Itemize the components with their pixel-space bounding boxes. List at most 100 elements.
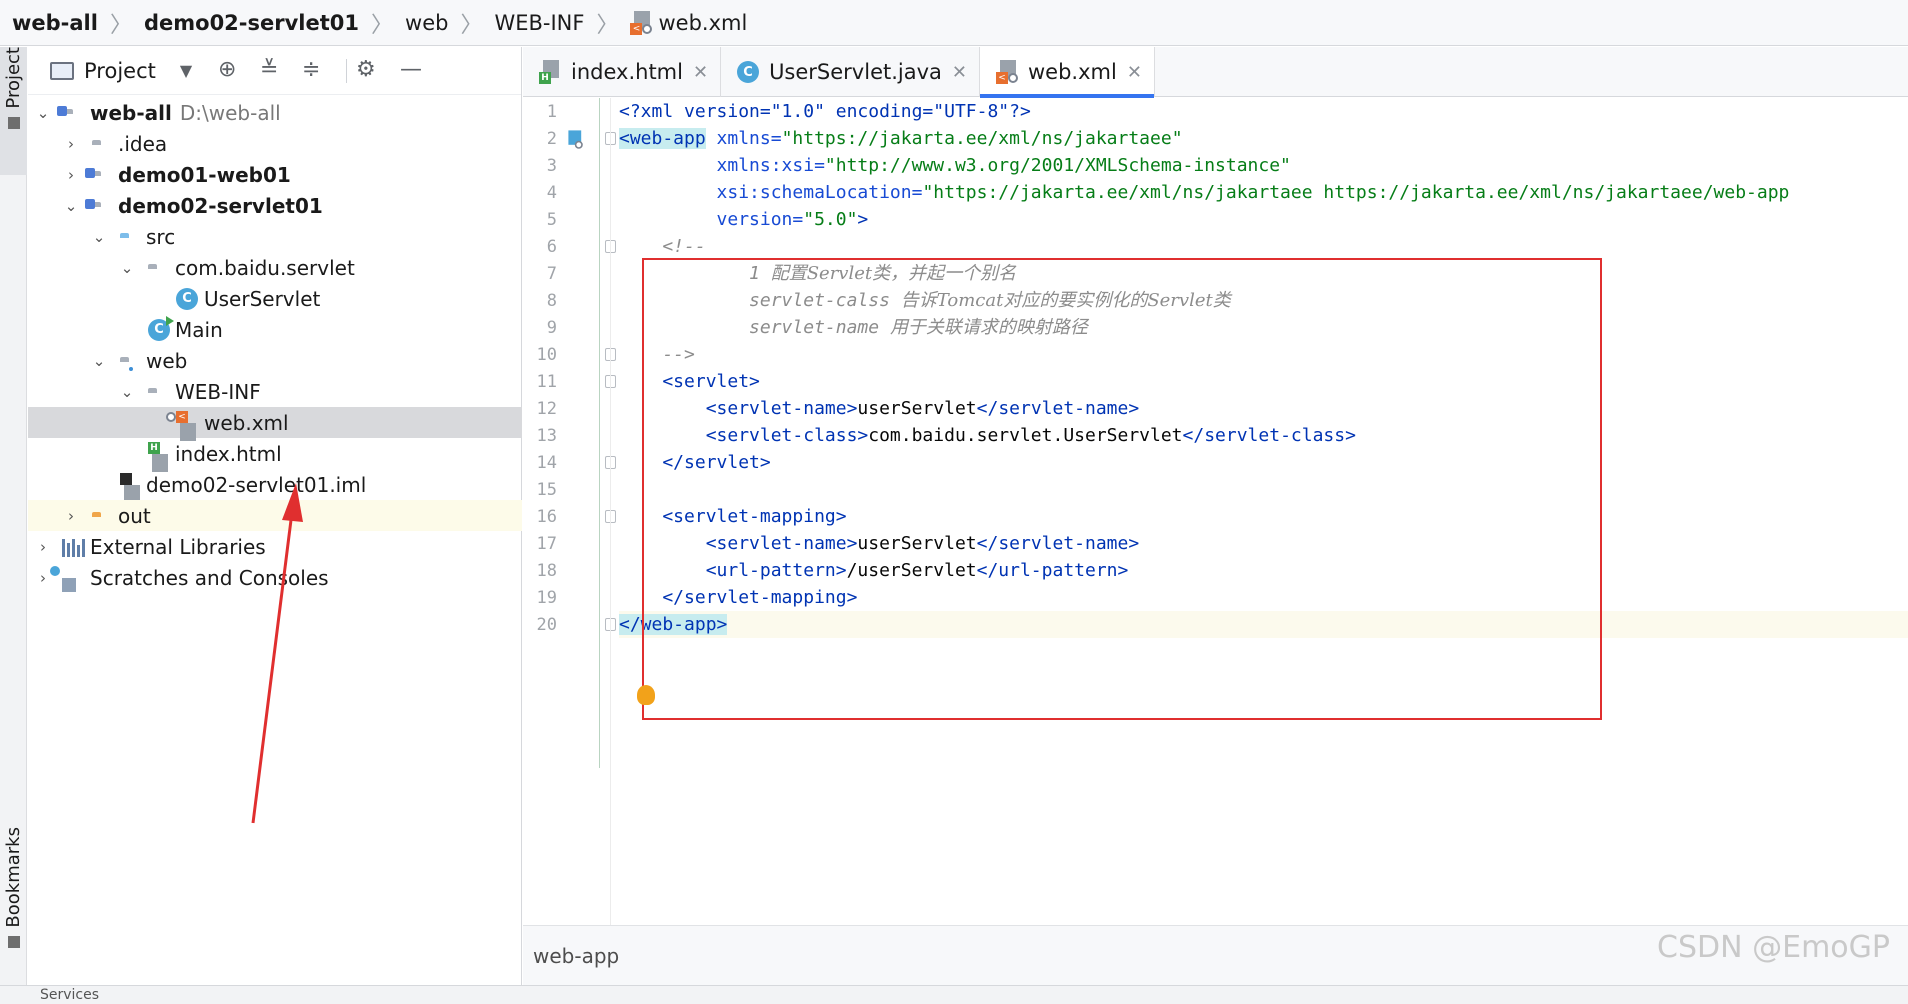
tree-item-web-xml[interactable]: < web.xml: [28, 407, 522, 441]
xml-path-item[interactable]: web-app: [533, 944, 619, 968]
code-line-5: version="5.0">: [619, 209, 869, 230]
line-number: 5: [546, 210, 557, 230]
chevron-right-icon[interactable]: ›: [62, 507, 80, 525]
bookmarks-tool-tab[interactable]: Bookmarks: [0, 827, 27, 977]
editor-tabs: H index.html ✕ C UserServlet.java ✕ < we…: [523, 47, 1908, 98]
line-number: 19: [536, 588, 557, 608]
line-number: 10: [536, 345, 557, 365]
collapse-all-icon[interactable]: ≑: [302, 57, 320, 82]
toolbar-divider: [346, 59, 347, 83]
gutter-divider: [610, 98, 611, 925]
line-number: 9: [546, 318, 557, 338]
chevron-down-icon[interactable]: ⌄: [62, 197, 80, 215]
chevron-right-icon: 〉: [596, 12, 619, 38]
tree-item-external-libraries[interactable]: › External Libraries: [28, 531, 522, 562]
tree-item-package[interactable]: ⌄ com.baidu.servlet: [28, 252, 522, 283]
chevron-down-icon[interactable]: ▼: [180, 61, 192, 80]
tree-item-scratches[interactable]: › Scratches and Consoles: [28, 562, 522, 593]
line-number: 18: [536, 561, 557, 581]
tab-userservlet-java[interactable]: C UserServlet.java ✕: [721, 47, 980, 97]
tab-index-html[interactable]: H index.html ✕: [523, 47, 722, 97]
code-line-3: xmlns:xsi="http://www.w3.org/2001/XMLSch…: [619, 155, 1291, 176]
expand-all-icon[interactable]: ≚: [260, 57, 278, 82]
library-icon: [62, 537, 88, 557]
line-number: 14: [536, 453, 557, 473]
chevron-down-icon[interactable]: ⌄: [118, 383, 136, 401]
breadcrumb-item-web-xml[interactable]: < web.xml: [630, 10, 747, 35]
chevron-right-icon: 〉: [460, 12, 483, 38]
left-tool-stripe: Project Bookmarks: [0, 47, 27, 985]
chevron-down-icon[interactable]: ⌄: [34, 104, 52, 122]
chevron-right-icon[interactable]: ›: [62, 166, 80, 184]
java-class-icon: C: [176, 287, 198, 310]
breadcrumb: web-all 〉 demo02-servlet01 〉 web 〉 WEB-INF 〉…: [0, 0, 1908, 46]
locate-icon[interactable]: ⊕: [218, 57, 236, 82]
annotation-rectangle: [642, 258, 1602, 720]
runnable-class-icon: C: [148, 315, 174, 341]
tree-item-src[interactable]: ⌄ src: [28, 221, 522, 252]
tree-item-iml[interactable]: demo02-servlet01.iml: [28, 469, 522, 503]
line-gutter[interactable]: 1 2 3 4 5 6 7 8 9 10 11 12 13 14 15 16 17 18 19 20: [523, 98, 616, 925]
services-tool-tab[interactable]: Services: [40, 987, 99, 1003]
line-number: 3: [546, 156, 557, 176]
close-icon[interactable]: ✕: [1127, 62, 1142, 83]
close-icon[interactable]: ✕: [952, 62, 967, 83]
line-number: 17: [536, 534, 557, 554]
tree-item-index-html[interactable]: H index.html: [28, 438, 522, 472]
line-number: 2: [546, 129, 557, 149]
chevron-right-icon: 〉: [109, 12, 132, 38]
code-line-6: <!--: [619, 236, 706, 257]
tree-item-userservlet[interactable]: C UserServlet: [28, 283, 522, 314]
bottom-tool-stripe: Services: [0, 985, 1908, 1004]
line-number: 12: [536, 399, 557, 419]
html-file-icon: H: [539, 60, 561, 84]
line-number: 4: [546, 183, 557, 203]
line-number: 15: [536, 480, 557, 500]
folder-icon: [7, 116, 20, 129]
project-panel: Project ▼ ⊕ ≚ ≑ ⚙ — ⌄ web-all D:\web-all …: [28, 47, 522, 985]
tree-item-idea[interactable]: › .idea: [28, 128, 522, 159]
gear-icon[interactable]: ⚙: [356, 57, 376, 82]
breadcrumb-item-web-all[interactable]: web-all 〉: [12, 7, 144, 39]
tree-item-web-inf[interactable]: ⌄ WEB-INF: [28, 376, 522, 407]
project-window-icon: [50, 61, 74, 80]
line-number: 6: [546, 237, 557, 257]
tree-item-demo01[interactable]: › demo01-web01: [28, 159, 522, 190]
project-view-selector[interactable]: Project: [84, 59, 156, 83]
tree-item-web-all[interactable]: ⌄ web-all D:\web-all: [28, 97, 522, 128]
chevron-right-icon[interactable]: ›: [34, 538, 52, 556]
line-number: 1: [546, 102, 557, 122]
line-number: 20: [536, 615, 557, 635]
chevron-down-icon[interactable]: ⌄: [90, 228, 108, 246]
tree-item-main[interactable]: C Main: [28, 314, 522, 345]
chevron-right-icon[interactable]: ›: [62, 135, 80, 153]
vcs-change-marker: [599, 98, 600, 768]
code-line-4: xsi:schemaLocation="https://jakarta.ee/x…: [619, 182, 1790, 203]
breadcrumb-item-web[interactable]: web 〉: [405, 7, 494, 39]
breadcrumb-item-demo02[interactable]: demo02-servlet01 〉: [144, 7, 405, 39]
line-number: 8: [546, 291, 557, 311]
bookmark-icon: [7, 935, 20, 948]
tree-item-web[interactable]: ⌄ web: [28, 345, 522, 376]
chevron-right-icon: 〉: [371, 12, 394, 38]
web-app-run-icon[interactable]: [563, 128, 583, 149]
breadcrumb-item-web-inf[interactable]: WEB-INF 〉: [494, 7, 630, 39]
tree-item-out[interactable]: › out: [28, 500, 522, 531]
line-number: 11: [536, 372, 557, 392]
tab-web-xml[interactable]: < web.xml ✕: [980, 47, 1155, 98]
minimize-icon[interactable]: —: [400, 57, 422, 82]
code-line-2: <web-app xmlns="https://jakarta.ee/xml/n…: [619, 128, 1183, 149]
close-icon[interactable]: ✕: [693, 62, 708, 83]
lightbulb-icon[interactable]: [637, 685, 655, 705]
java-class-icon: C: [737, 61, 760, 83]
xml-file-icon: <: [996, 60, 1018, 84]
line-number: 7: [546, 264, 557, 284]
watermark: CSDN @EmoGP: [1657, 930, 1890, 965]
line-number: 13: [536, 426, 557, 446]
code-line-1: <?xml version="1.0" encoding="UTF-8"?>: [619, 101, 1031, 122]
tree-item-demo02[interactable]: ⌄ demo02-servlet01: [28, 190, 522, 221]
chevron-down-icon[interactable]: ⌄: [90, 352, 108, 370]
project-tool-tab[interactable]: Project: [0, 47, 27, 175]
line-number: 16: [536, 507, 557, 527]
chevron-down-icon[interactable]: ⌄: [118, 259, 136, 277]
